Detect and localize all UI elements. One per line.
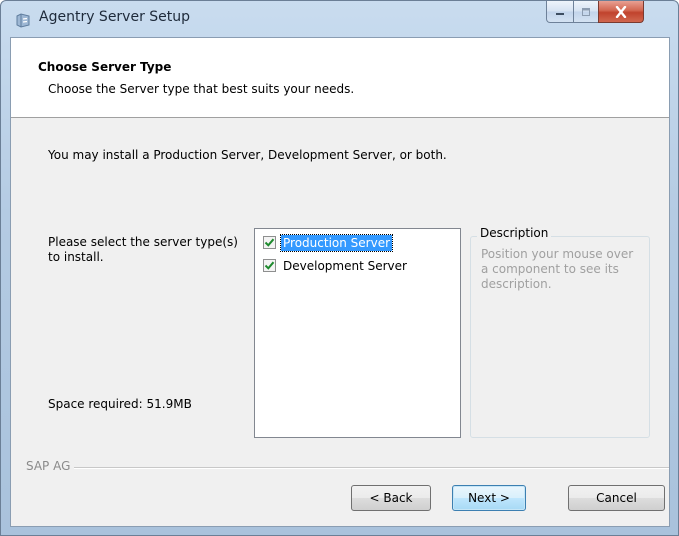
brand-label: SAP AG bbox=[26, 459, 75, 473]
maximize-icon bbox=[582, 7, 590, 16]
maximize-button[interactable] bbox=[573, 1, 599, 23]
production-checkbox[interactable] bbox=[263, 236, 276, 249]
cancel-button[interactable]: Cancel bbox=[568, 485, 665, 511]
minimize-button[interactable] bbox=[546, 1, 574, 23]
page-subtitle: Choose the Server type that best suits y… bbox=[48, 82, 355, 96]
page-header: Choose Server Type Choose the Server typ… bbox=[11, 38, 669, 118]
window-title: Agentry Server Setup bbox=[39, 9, 191, 25]
close-icon bbox=[615, 5, 627, 18]
checkmark-icon bbox=[264, 261, 275, 270]
component-list[interactable]: Production Server Development Server bbox=[254, 228, 461, 438]
next-button[interactable]: Next > bbox=[452, 485, 526, 511]
close-button[interactable] bbox=[598, 1, 644, 23]
component-item-production[interactable]: Production Server bbox=[263, 233, 394, 252]
select-type-label: Please select the server type(s) to inst… bbox=[48, 235, 238, 264]
development-checkbox[interactable] bbox=[263, 259, 276, 272]
setup-icon bbox=[16, 13, 30, 28]
component-label[interactable]: Production Server bbox=[279, 233, 394, 252]
footer-divider bbox=[26, 467, 669, 469]
dialog-client-area: Choose Server Type Choose the Server typ… bbox=[10, 37, 670, 527]
space-required-label: Space required: 51.9MB bbox=[48, 397, 192, 411]
description-legend: Description bbox=[477, 226, 552, 240]
back-button[interactable]: < Back bbox=[351, 485, 431, 511]
setup-window: Agentry Server Setup Choose Server Type … bbox=[0, 0, 679, 536]
component-item-development[interactable]: Development Server bbox=[263, 257, 409, 274]
component-label[interactable]: Development Server bbox=[281, 258, 409, 274]
intro-text: You may install a Production Server, Dev… bbox=[48, 148, 447, 162]
checkmark-icon bbox=[264, 238, 275, 247]
title-bar[interactable]: Agentry Server Setup bbox=[1, 1, 678, 37]
description-text: Position your mouse over a component to … bbox=[481, 247, 634, 291]
minimize-icon bbox=[556, 12, 564, 15]
page-title: Choose Server Type bbox=[38, 60, 172, 74]
